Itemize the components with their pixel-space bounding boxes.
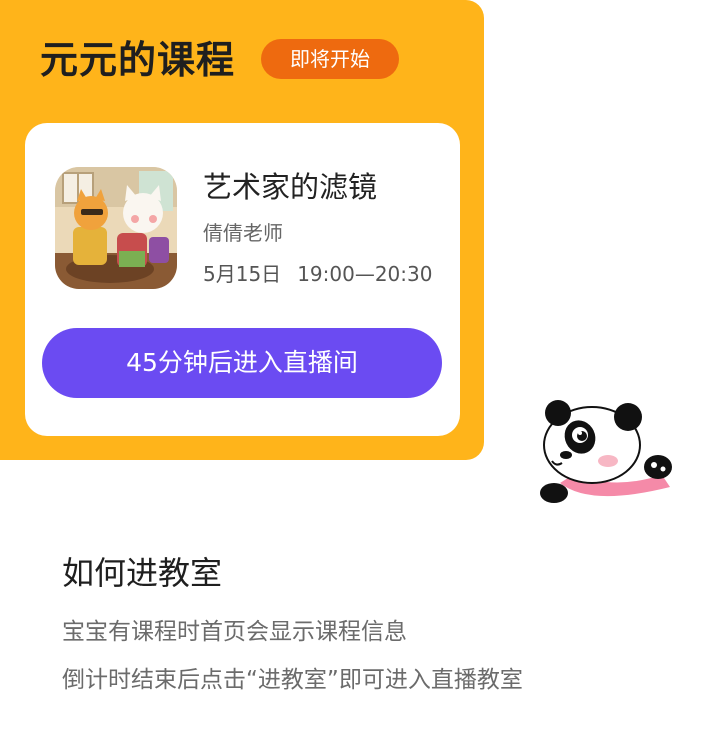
panda-mascot-icon: [530, 395, 680, 510]
status-badge: 即将开始: [261, 39, 399, 79]
course-thumbnail[interactable]: [55, 167, 177, 289]
course-date: 5月15日: [203, 262, 282, 286]
help-line: 倒计时结束后点击“进教室”即可进入直播教室: [62, 667, 523, 693]
course-panel: 元元的课程 即将开始 艺术家的滤镜 倩倩老师 5月15日 19:00—20:30…: [0, 0, 484, 460]
cartoon-illustration-icon: [55, 167, 177, 289]
course-time: 19:00—20:30: [297, 262, 433, 286]
course-card[interactable]: 艺术家的滤镜 倩倩老师 5月15日 19:00—20:30 45分钟后进入直播间: [25, 123, 460, 436]
teacher-name: 倩倩老师: [203, 221, 283, 245]
help-line: 宝宝有课程时首页会显示课程信息: [62, 619, 407, 645]
page-title: 元元的课程: [40, 38, 236, 82]
page: 元元的课程 即将开始 艺术家的滤镜 倩倩老师 5月15日 19:00—20:30…: [0, 0, 715, 743]
enter-classroom-button[interactable]: 45分钟后进入直播间: [42, 328, 442, 398]
course-schedule: 5月15日 19:00—20:30: [203, 259, 432, 289]
help-title: 如何进教室: [62, 554, 223, 592]
course-name: 艺术家的滤镜: [203, 170, 378, 204]
